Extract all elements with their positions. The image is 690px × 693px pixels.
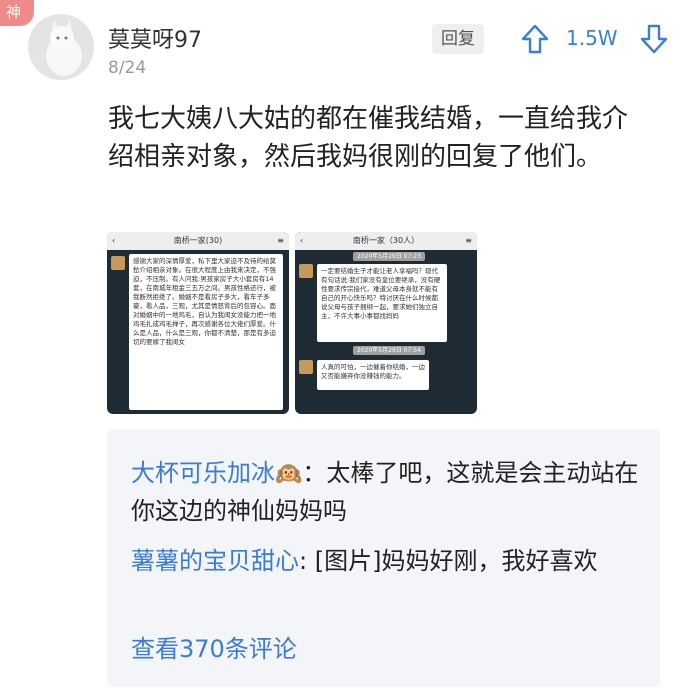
comment-item[interactable]: 薯薯的宝贝甜心: [图片]妈妈好刚，我好喜欢 — [131, 543, 641, 579]
chat-message: 人真的可怕，一边催着你结婚，一边又否能嫌弃你没赚钱的能力。 — [317, 360, 429, 390]
post-image-2[interactable]: ‹ 南桥一家（30人） ≡ 2020年5月29日 07:23 一定要结婚生子才能… — [295, 232, 477, 414]
sender-avatar — [111, 256, 125, 270]
back-arrow-icon: ‹ — [300, 236, 304, 245]
view-all-comments-link[interactable]: 查看370条评论 — [131, 629, 297, 664]
upvote-arrow-icon[interactable] — [521, 24, 549, 54]
timestamp: 2020年5月29日 07:54 — [353, 346, 425, 355]
chat-message: 一定要结婚生子才能让老人享福吗？现代有句话说:我们家没有皇位要继承，没有硬性要求… — [317, 264, 447, 342]
commenter-name[interactable]: 大杯可乐加冰 — [131, 459, 275, 487]
vote-count: 1.5W — [566, 26, 618, 50]
author-name[interactable]: 莫莫呀97 — [108, 22, 202, 54]
comment-separator: ： — [302, 459, 327, 487]
sender-avatar — [299, 360, 313, 374]
post-image-1[interactable]: ‹ 南桥一家(30) ≡ 感谢大家的深情厚爱，私下里大家迫不及待的给莫愁介绍相亲… — [107, 232, 289, 414]
comment-separator: : — [299, 547, 315, 575]
comments-preview: 大杯可乐加冰🙉：太棒了吧，这就是会主动站在你这边的神仙妈妈吗 薯薯的宝贝甜心: … — [107, 429, 660, 687]
chat-message: 感谢大家的深情厚爱，私下里大家迫不及待的给莫愁介绍相亲对象。在很大程度上由我来决… — [129, 254, 283, 410]
sender-avatar — [299, 264, 313, 278]
chat-title: 南桥一家（30人） — [352, 236, 420, 245]
post-content: 我七大姨八大姑的都在催我结婚，一直给我介绍相亲对象，然后我妈很刚的回复了他们。 — [108, 104, 629, 172]
god-comment-badge: 神 — [0, 0, 34, 26]
back-arrow-icon: ‹ — [112, 236, 116, 245]
more-icon: ≡ — [277, 236, 284, 245]
avatar[interactable] — [28, 14, 94, 80]
cat-avatar-image — [28, 14, 94, 80]
more-icon: ≡ — [465, 236, 472, 245]
chat-title: 南桥一家(30) — [173, 236, 223, 245]
chat-header: ‹ 南桥一家（30人） ≡ — [295, 232, 477, 250]
monkey-emoji-icon: 🙉 — [275, 462, 303, 487]
chat-header: ‹ 南桥一家(30) ≡ — [107, 232, 289, 250]
comment-text: [图片]妈妈好刚，我好喜欢 — [314, 547, 598, 575]
reply-button[interactable]: 回复 — [432, 24, 484, 54]
comment-item[interactable]: 大杯可乐加冰🙉：太棒了吧，这就是会主动站在你这边的神仙妈妈吗 — [131, 455, 641, 529]
commenter-name[interactable]: 薯薯的宝贝甜心 — [131, 547, 299, 575]
downvote-arrow-icon[interactable] — [640, 24, 668, 54]
post-date: 8/24 — [108, 58, 147, 78]
timestamp: 2020年5月29日 07:23 — [353, 252, 425, 261]
